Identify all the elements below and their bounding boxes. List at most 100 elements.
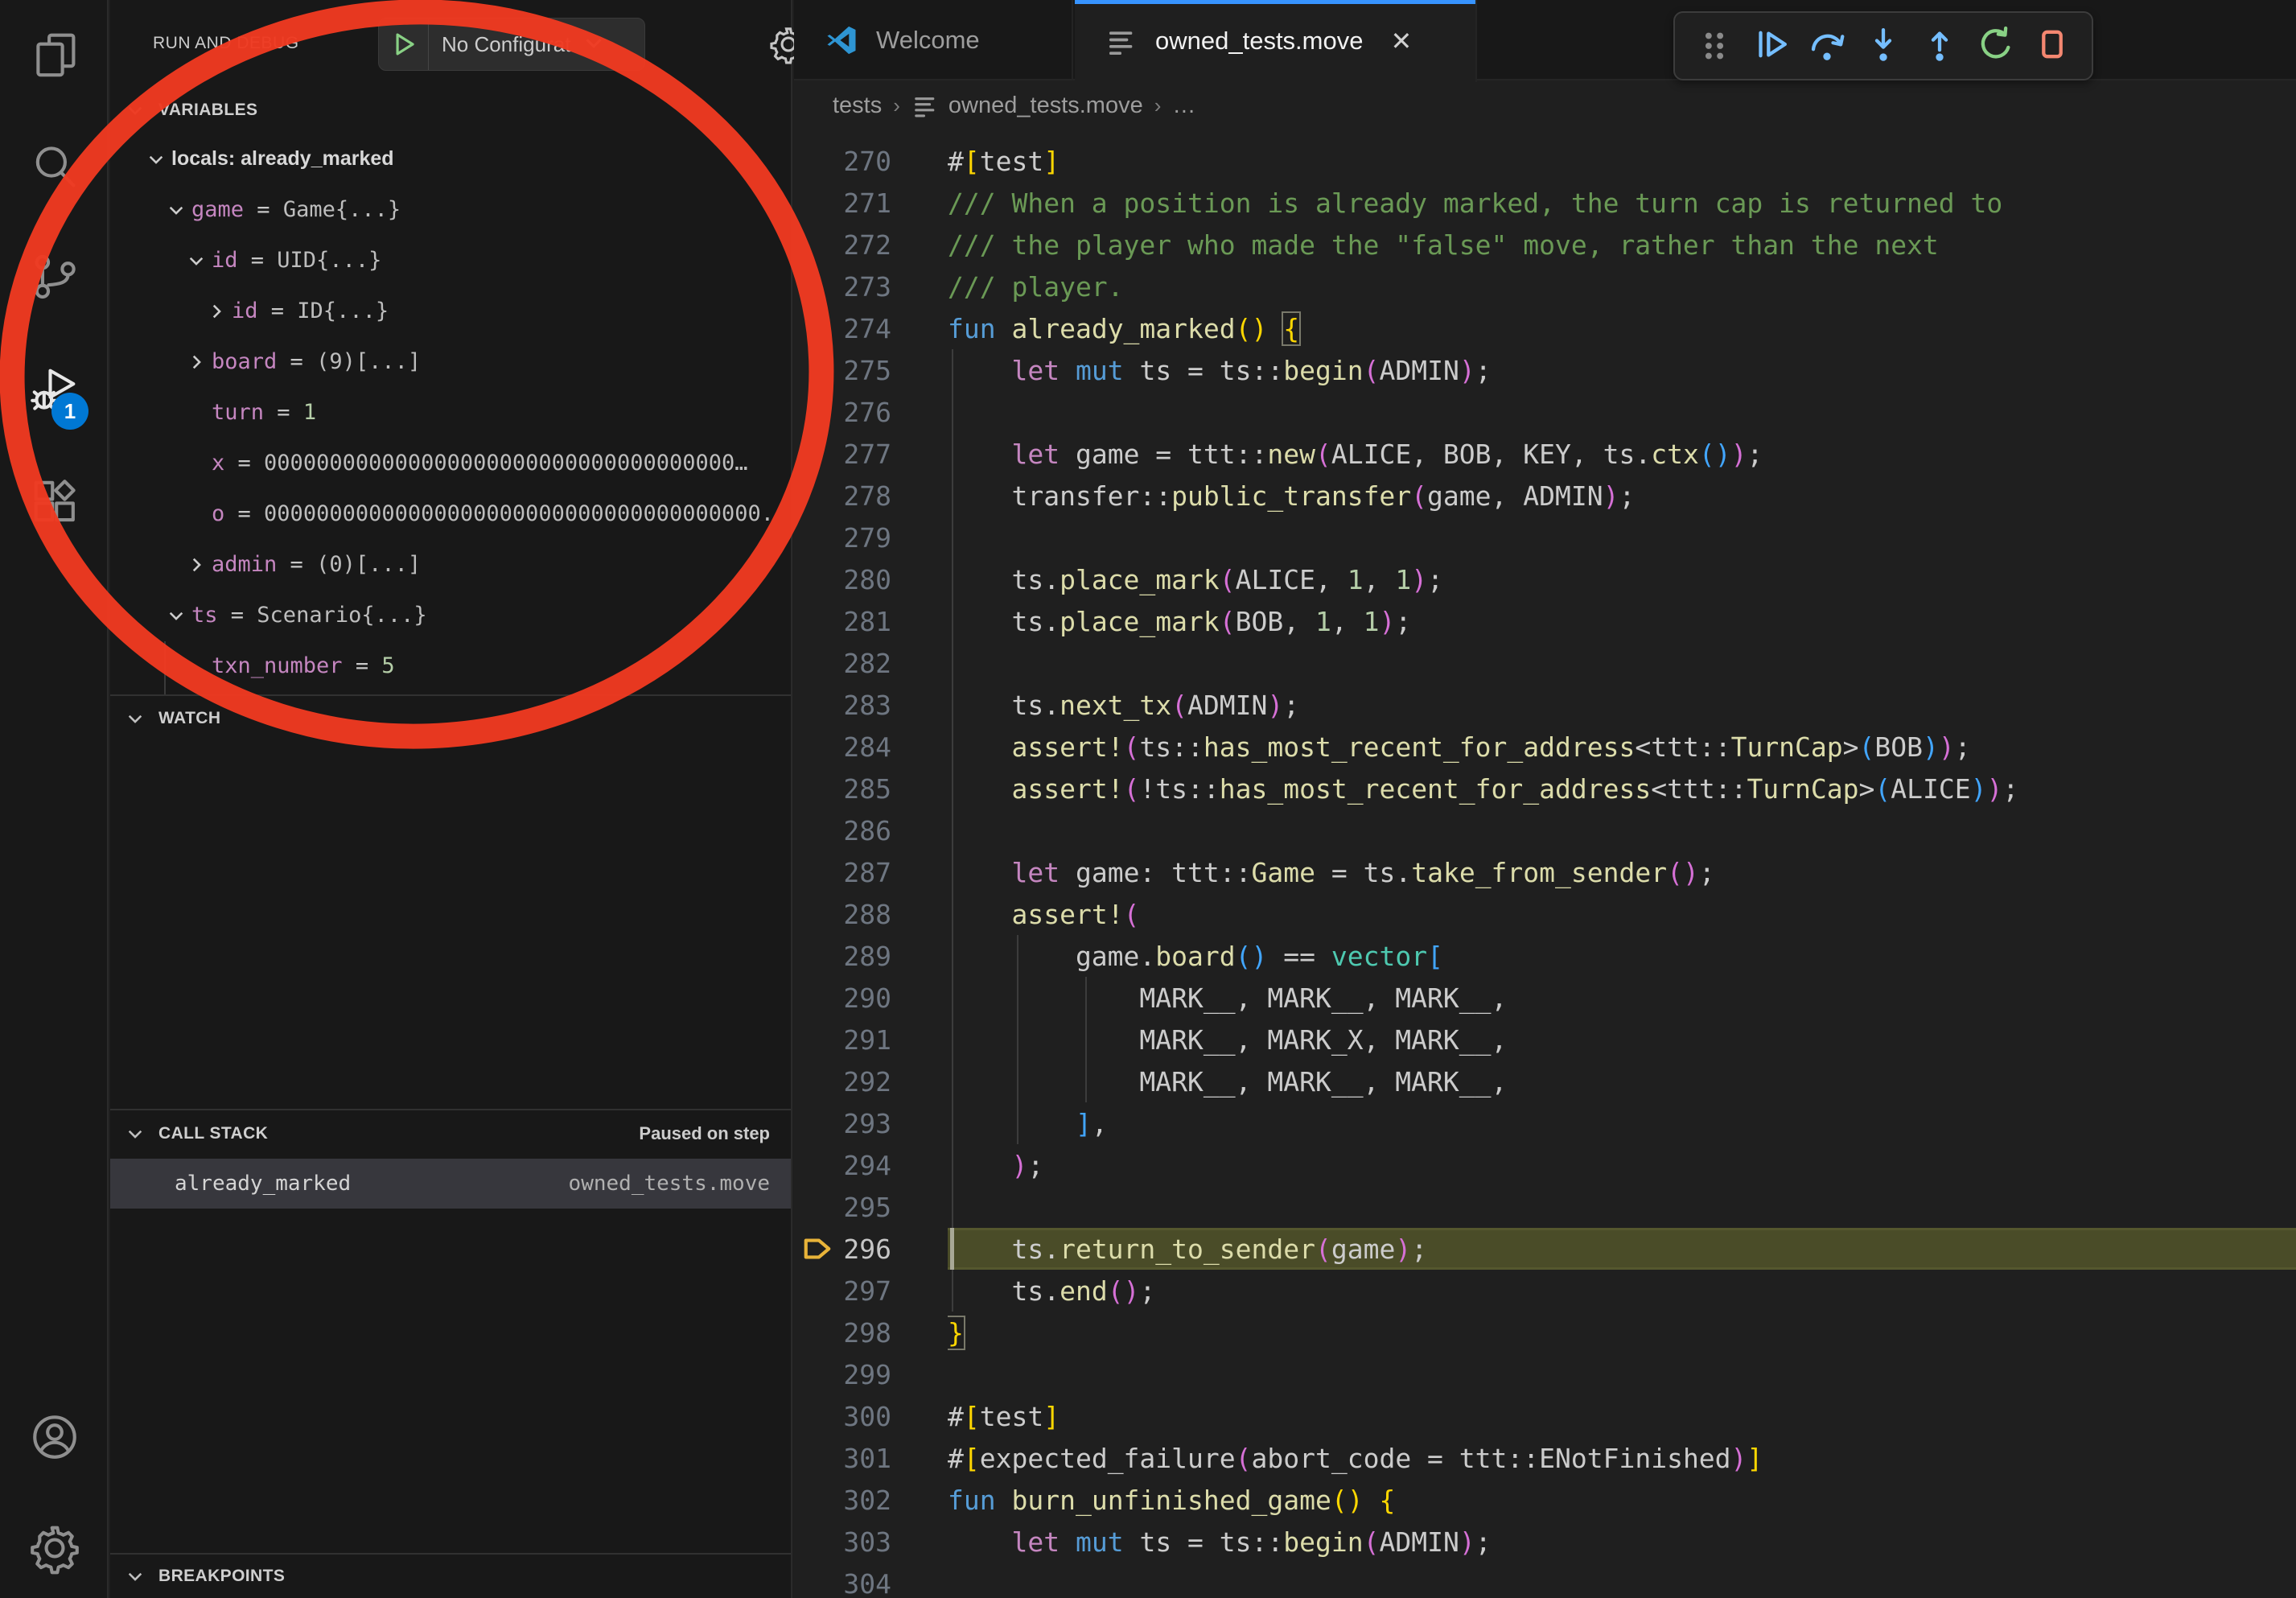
- line-number[interactable]: 286: [794, 815, 903, 846]
- code-line-272[interactable]: 272/// the player who made the "false" m…: [794, 224, 2296, 266]
- line-number[interactable]: 275: [794, 355, 903, 386]
- breadcrumb-item-file[interactable]: owned_tests.move: [948, 93, 1143, 119]
- code-line-287[interactable]: 287 let game: ttt::Game = ts.take_from_s…: [794, 851, 2296, 893]
- line-number[interactable]: 298: [794, 1317, 903, 1349]
- line-number[interactable]: 284: [794, 731, 903, 763]
- twisty-icon[interactable]: [181, 554, 212, 575]
- code-line-284[interactable]: 284 assert!(ts::has_most_recent_for_addr…: [794, 726, 2296, 768]
- line-number[interactable]: 295: [794, 1192, 903, 1223]
- code-line-279[interactable]: 279: [794, 517, 2296, 558]
- twisty-icon[interactable]: [181, 352, 212, 373]
- line-number[interactable]: 271: [794, 187, 903, 219]
- continue-button[interactable]: [1743, 18, 1799, 74]
- call-stack-frame[interactable]: already_markedowned_tests.move: [110, 1159, 791, 1209]
- code-line-274[interactable]: 274fun already_marked() {: [794, 307, 2296, 349]
- code-line-283[interactable]: 283 ts.next_tx(ADMIN);: [794, 684, 2296, 726]
- watch-section-header[interactable]: WATCH: [110, 696, 791, 741]
- variable-row-o[interactable]: o = 000000000000000000000000000000000000…: [110, 488, 791, 539]
- line-number[interactable]: 282: [794, 648, 903, 679]
- sidebar-item-source-control[interactable]: [26, 249, 84, 307]
- line-number[interactable]: 297: [794, 1275, 903, 1307]
- line-number[interactable]: 273: [794, 271, 903, 303]
- code-line-280[interactable]: 280 ts.place_mark(ALICE, 1, 1);: [794, 558, 2296, 600]
- code-line-302[interactable]: 302fun burn_unfinished_game() {: [794, 1479, 2296, 1521]
- twisty-icon[interactable]: [161, 200, 191, 220]
- call-stack-section-header[interactable]: CALL STACK Paused on step: [110, 1110, 791, 1157]
- line-number[interactable]: 276: [794, 397, 903, 428]
- variable-row-game[interactable]: game = Game{...}: [110, 184, 791, 235]
- close-icon[interactable]: ✕: [1390, 28, 1412, 54]
- variable-row-txn_number[interactable]: txn_number = 5: [110, 640, 791, 691]
- code-line-288[interactable]: 288 assert!(: [794, 893, 2296, 935]
- step-out-button[interactable]: [1911, 18, 1968, 74]
- code-line-303[interactable]: 303 let mut ts = ts::begin(ADMIN);: [794, 1521, 2296, 1563]
- debug-config-dropdown[interactable]: No Configurat: [378, 18, 645, 71]
- line-number[interactable]: 292: [794, 1066, 903, 1098]
- code-line-296[interactable]: 296 ts.return_to_sender(game);: [794, 1228, 2296, 1270]
- line-number[interactable]: 287: [794, 857, 903, 888]
- code-line-286[interactable]: 286: [794, 809, 2296, 851]
- line-number[interactable]: 294: [794, 1150, 903, 1181]
- sidebar-item-explorer[interactable]: [26, 27, 84, 84]
- variable-row-x[interactable]: x = 000000000000000000000000000000000000…: [110, 438, 791, 488]
- toolbar-drag-handle[interactable]: [1686, 18, 1743, 74]
- breakpoints-section-header[interactable]: BREAKPOINTS: [110, 1555, 791, 1598]
- code-line-298[interactable]: 298}: [794, 1312, 2296, 1353]
- restart-button[interactable]: [1968, 18, 2024, 74]
- variable-row-board[interactable]: board = (9)[...]: [110, 336, 791, 387]
- code-line-278[interactable]: 278 transfer::public_transfer(game, ADMI…: [794, 475, 2296, 517]
- code-line-292[interactable]: 292 MARK__, MARK__, MARK__,: [794, 1061, 2296, 1102]
- code-line-277[interactable]: 277 let game = ttt::new(ALICE, BOB, KEY,…: [794, 433, 2296, 475]
- tab-welcome[interactable]: Welcome: [794, 0, 1073, 80]
- code-line-285[interactable]: 285 assert!(!ts::has_most_recent_for_add…: [794, 768, 2296, 809]
- code-line-290[interactable]: 290 MARK__, MARK__, MARK__,: [794, 977, 2296, 1019]
- line-number[interactable]: 283: [794, 690, 903, 721]
- twisty-icon[interactable]: [201, 301, 232, 322]
- line-number[interactable]: 299: [794, 1359, 903, 1390]
- line-number[interactable]: 302: [794, 1485, 903, 1516]
- code-line-301[interactable]: 301#[expected_failure(abort_code = ttt::…: [794, 1437, 2296, 1479]
- code-line-295[interactable]: 295: [794, 1186, 2296, 1228]
- line-number[interactable]: 300: [794, 1401, 903, 1432]
- stop-button[interactable]: [2024, 18, 2080, 74]
- line-number[interactable]: 291: [794, 1024, 903, 1056]
- line-number[interactable]: 281: [794, 606, 903, 637]
- line-number[interactable]: 279: [794, 522, 903, 554]
- line-number[interactable]: 303: [794, 1526, 903, 1558]
- line-number[interactable]: 272: [794, 229, 903, 261]
- line-number[interactable]: 290: [794, 982, 903, 1014]
- variable-row-ts[interactable]: ts = Scenario{...}: [110, 590, 791, 640]
- step-into-button[interactable]: [1855, 18, 1911, 74]
- breadcrumb-item-tests[interactable]: tests: [833, 93, 882, 119]
- line-number[interactable]: 301: [794, 1443, 903, 1474]
- line-number[interactable]: 285: [794, 773, 903, 805]
- code-line-281[interactable]: 281 ts.place_mark(BOB, 1, 1);: [794, 600, 2296, 642]
- settings-button[interactable]: [26, 1521, 84, 1579]
- tab-owned-tests[interactable]: owned_tests.move ✕: [1075, 0, 1477, 82]
- code-line-304[interactable]: 304: [794, 1563, 2296, 1598]
- code-line-300[interactable]: 300#[test]: [794, 1395, 2296, 1437]
- code-line-270[interactable]: 270#[test]: [794, 140, 2296, 182]
- line-number[interactable]: 277: [794, 439, 903, 470]
- code-editor[interactable]: 270#[test]271/// When a position is alre…: [794, 130, 2296, 1598]
- variable-row-turn[interactable]: turn = 1: [110, 387, 791, 438]
- code-line-289[interactable]: 289 game.board() == vector[: [794, 935, 2296, 977]
- variable-row-id[interactable]: id = UID{...}: [110, 235, 791, 286]
- step-over-button[interactable]: [1799, 18, 1855, 74]
- variable-row-id[interactable]: id = ID{...}: [110, 286, 791, 336]
- variable-row-admin[interactable]: admin = (0)[...]: [110, 539, 791, 590]
- twisty-icon[interactable]: [161, 605, 191, 626]
- code-line-299[interactable]: 299: [794, 1353, 2296, 1395]
- code-line-275[interactable]: 275 let mut ts = ts::begin(ADMIN);: [794, 349, 2296, 391]
- variables-scope-row[interactable]: locals: already_marked: [110, 134, 791, 184]
- twisty-icon[interactable]: [181, 250, 212, 271]
- code-line-291[interactable]: 291 MARK__, MARK_X, MARK__,: [794, 1019, 2296, 1061]
- line-number[interactable]: 289: [794, 941, 903, 972]
- code-line-282[interactable]: 282: [794, 642, 2296, 684]
- account-button[interactable]: [26, 1410, 84, 1468]
- line-number[interactable]: 304: [794, 1568, 903, 1598]
- code-line-297[interactable]: 297 ts.end();: [794, 1270, 2296, 1312]
- sidebar-item-search[interactable]: [26, 139, 84, 197]
- line-number[interactable]: 270: [794, 146, 903, 177]
- line-number[interactable]: 280: [794, 564, 903, 595]
